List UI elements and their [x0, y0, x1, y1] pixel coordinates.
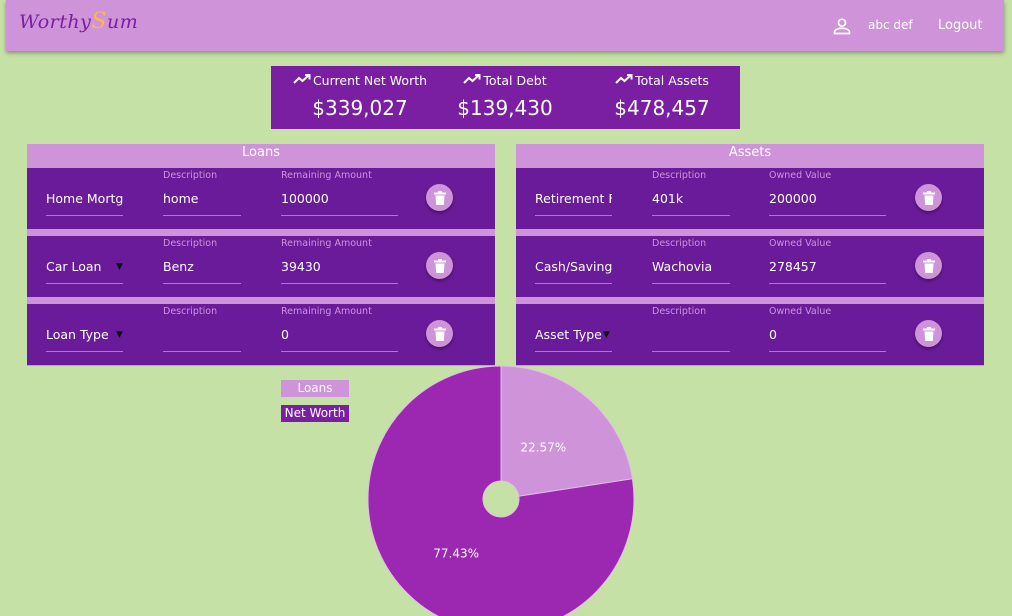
pie-slice-label: 22.57% — [520, 440, 566, 454]
pie-slice-label: 77.43% — [433, 547, 479, 561]
pie-slice-loans[interactable] — [500, 365, 634, 500]
net-worth-pie-chart: 22.57% 77.43% — [367, 365, 635, 616]
pie-center-hole — [482, 480, 520, 518]
